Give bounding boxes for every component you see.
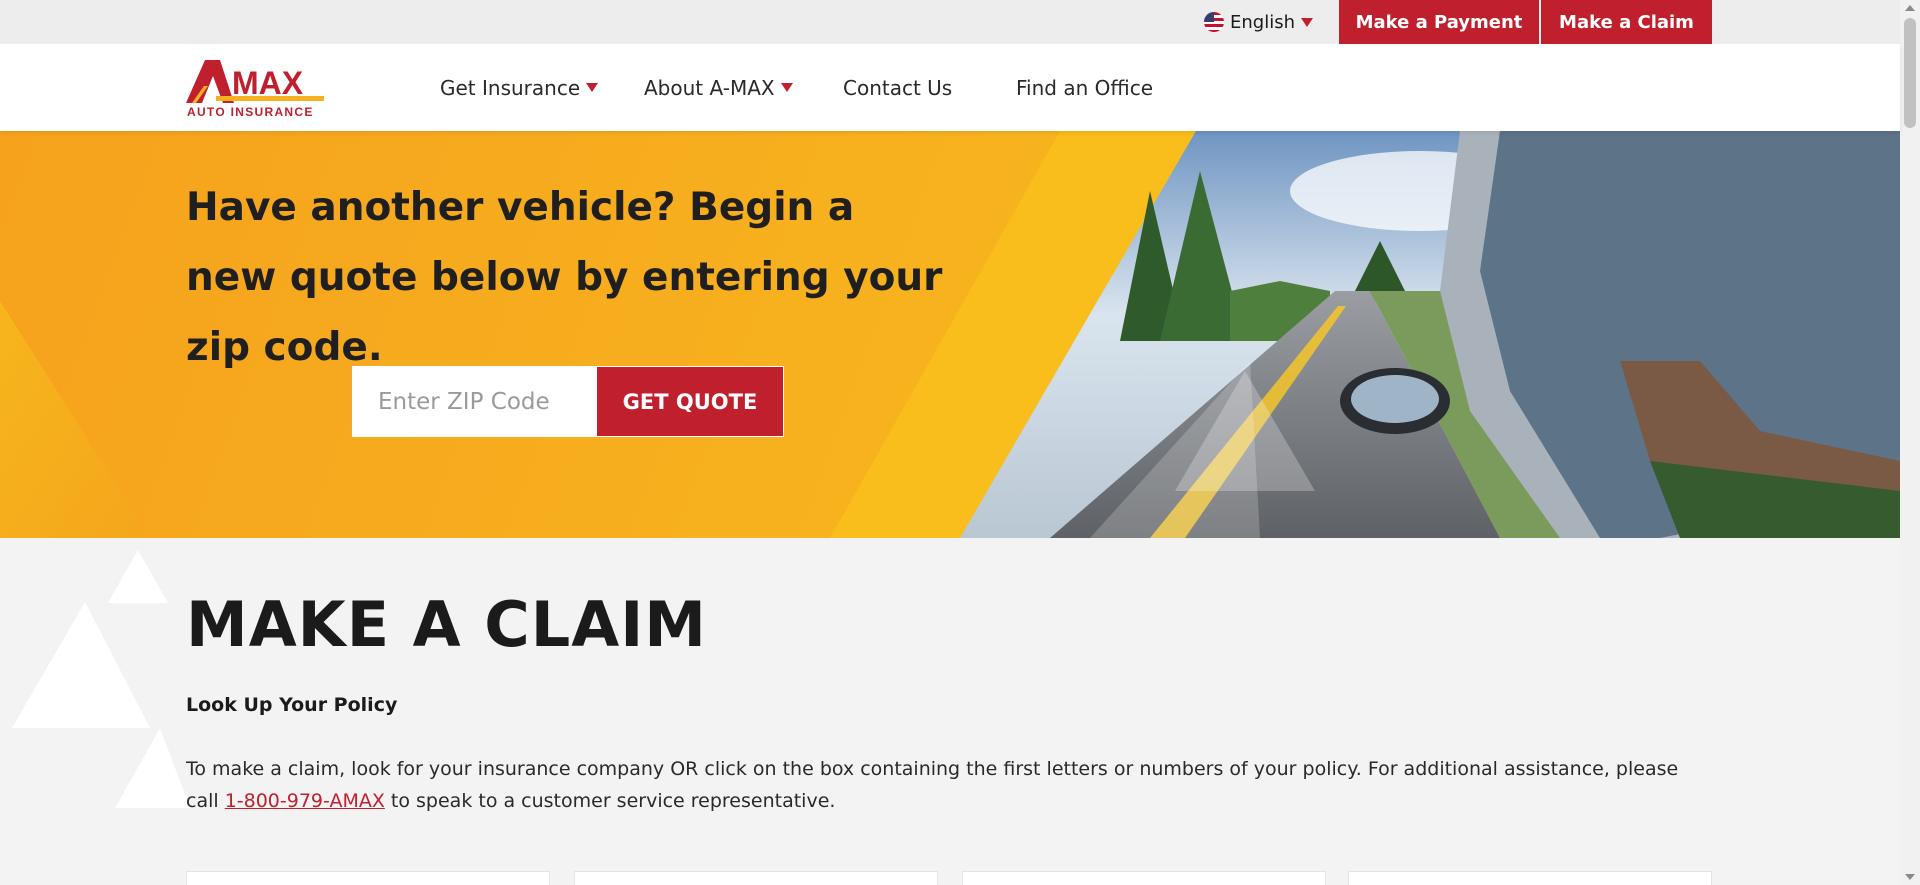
hero-banner: Have another vehicle? Begin a new quote … xyxy=(0,131,1900,538)
nav-label: About A-MAX xyxy=(644,75,775,100)
policy-card[interactable] xyxy=(186,871,550,885)
scroll-down-icon[interactable] xyxy=(1905,874,1915,880)
nav-label: Contact Us xyxy=(843,75,953,100)
chevron-down-icon xyxy=(586,83,599,92)
svg-text:MAX: MAX xyxy=(232,65,304,101)
phone-link[interactable]: 1-800-979-AMAX xyxy=(225,790,385,812)
policy-card[interactable] xyxy=(1348,871,1712,885)
nav-find-office[interactable]: Find an Office xyxy=(1016,44,1153,131)
language-label: English xyxy=(1230,11,1295,33)
nav-about-amax[interactable]: About A-MAX xyxy=(644,44,793,131)
claim-instructions: To make a claim, look for your insurance… xyxy=(186,753,1716,817)
policy-cards xyxy=(186,871,1712,885)
utility-bar: English Make a Payment Make a Claim xyxy=(0,0,1900,44)
get-quote-button[interactable]: GET QUOTE xyxy=(596,366,784,437)
page-scrollbar[interactable] xyxy=(1900,0,1920,885)
policy-card[interactable] xyxy=(962,871,1326,885)
svg-text:AUTO INSURANCE: AUTO INSURANCE xyxy=(187,105,314,119)
scroll-thumb[interactable] xyxy=(1904,18,1916,128)
amax-logo[interactable]: MAX AUTO INSURANCE xyxy=(186,56,326,120)
scroll-up-icon[interactable] xyxy=(1905,5,1915,11)
nav-label: Get Insurance xyxy=(440,75,581,100)
language-selector[interactable]: English xyxy=(1204,0,1313,44)
claim-title: MAKE A CLAIM xyxy=(186,588,707,661)
policy-lookup-heading: Look Up Your Policy xyxy=(186,694,398,716)
chevron-down-icon xyxy=(1301,17,1313,27)
instructions-text-end: to speak to a customer service represent… xyxy=(384,790,836,812)
us-flag-icon xyxy=(1204,12,1224,32)
zip-code-input[interactable] xyxy=(352,366,596,437)
make-claim-button[interactable]: Make a Claim xyxy=(1541,0,1712,44)
site-header: MAX AUTO INSURANCE Get Insurance About A… xyxy=(0,44,1900,131)
nav-label: Find an Office xyxy=(1016,75,1154,100)
chevron-down-icon xyxy=(780,83,793,92)
make-payment-button[interactable]: Make a Payment xyxy=(1339,0,1539,44)
policy-card[interactable] xyxy=(574,871,938,885)
hero-title: Have another vehicle? Begin a new quote … xyxy=(186,185,943,370)
nav-contact-us[interactable]: Contact Us xyxy=(843,44,952,131)
nav-get-insurance[interactable]: Get Insurance xyxy=(440,44,599,131)
